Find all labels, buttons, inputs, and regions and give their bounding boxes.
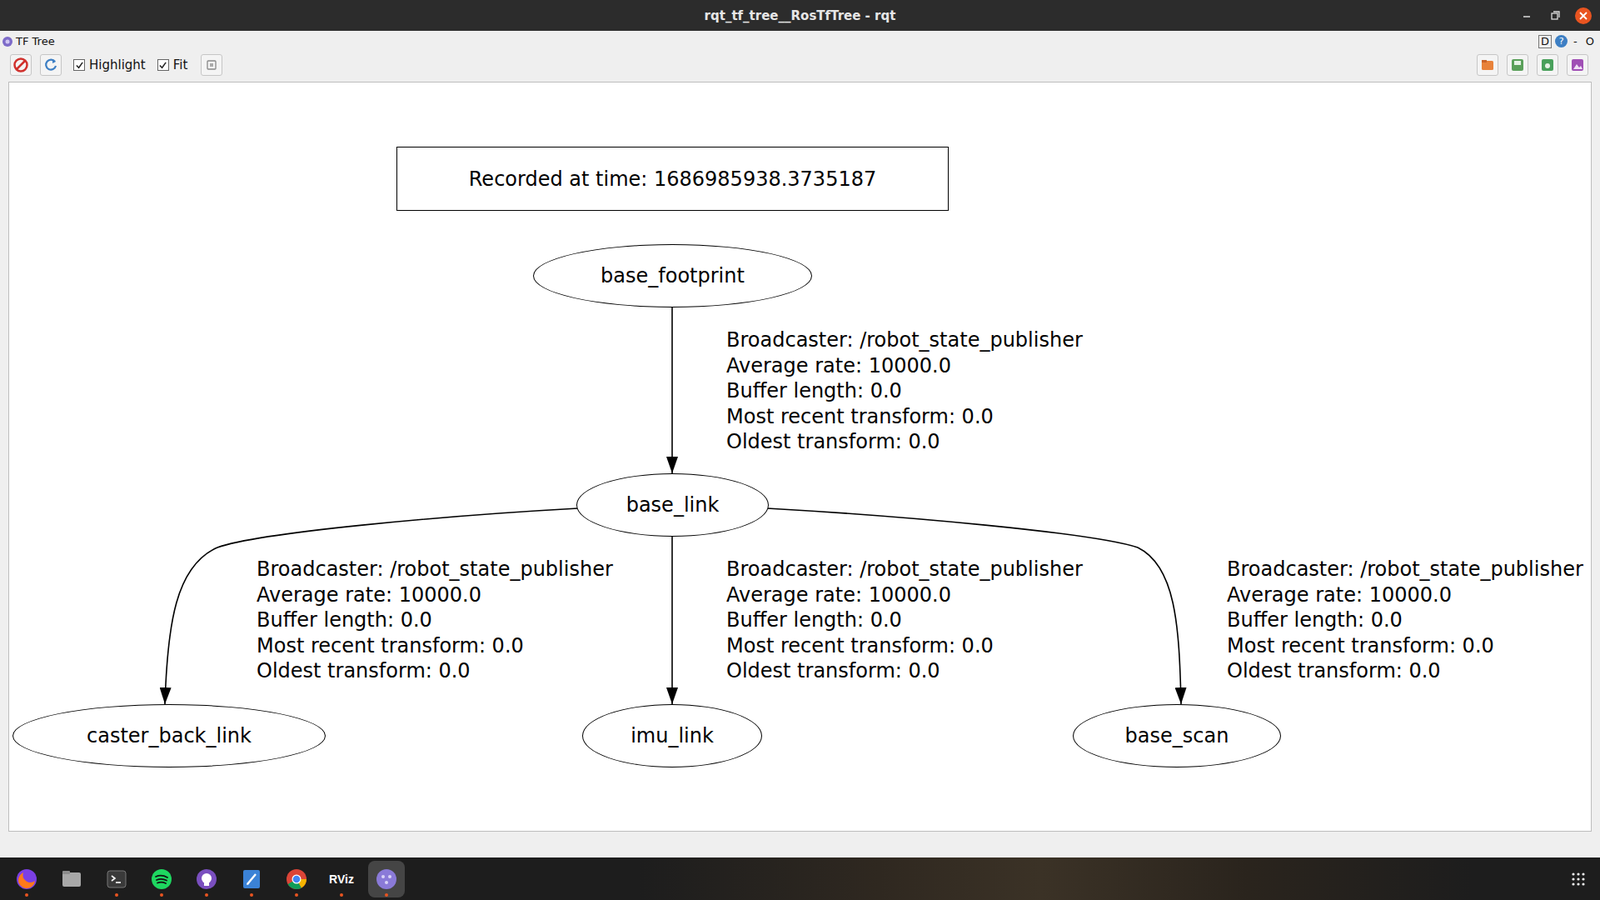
taskbar-app[interactable]	[98, 860, 135, 898]
dock-button[interactable]: D	[1538, 34, 1552, 49]
tf-edge	[671, 536, 673, 704]
rqt-logo-icon	[1, 35, 14, 48]
refresh-icon	[42, 56, 60, 74]
taskbar-app[interactable]	[188, 860, 225, 898]
text-editor-icon	[239, 867, 264, 891]
edge-label: Broadcaster: /robot_state_publisherAvera…	[726, 327, 1083, 455]
window-title: rqt_tf_tree__RosTfTree - rqt	[704, 8, 897, 24]
files-icon	[59, 867, 84, 891]
checkbox-box[interactable]	[73, 59, 85, 71]
plugin-header: TF Tree D?-O	[0, 30, 1600, 52]
running-indicator	[114, 892, 119, 897]
running-indicator	[384, 892, 389, 897]
load-dot-button[interactable]	[1476, 54, 1499, 76]
taskbar-app[interactable]	[233, 860, 270, 898]
checkbox-box[interactable]	[157, 59, 170, 71]
running-indicator	[339, 892, 344, 897]
save-svg-button[interactable]	[1536, 54, 1559, 76]
minimize-icon[interactable]	[1516, 5, 1537, 26]
restore-icon[interactable]	[1545, 5, 1566, 26]
plugin-control[interactable]: O	[1583, 34, 1597, 48]
running-indicator	[294, 892, 299, 897]
save-image-button[interactable]	[1566, 54, 1589, 76]
check-icon	[74, 60, 85, 70]
save-dot-button[interactable]	[1506, 54, 1529, 76]
github-desktop-icon	[194, 867, 219, 891]
show-apps-icon[interactable]	[1570, 870, 1587, 888]
stop-icon	[12, 56, 30, 74]
rviz-icon: RViz	[328, 872, 354, 886]
firefox-icon	[14, 867, 39, 891]
taskbar-app[interactable]: RViz	[323, 860, 360, 898]
window-bottom	[0, 831, 1600, 858]
taskbar-app[interactable]	[278, 860, 315, 898]
fit-icon	[203, 56, 220, 74]
tf-frame-node[interactable]: base_link	[576, 473, 769, 537]
title-bar: rqt_tf_tree__RosTfTree - rqt	[0, 0, 1600, 31]
clear-button[interactable]	[9, 54, 32, 76]
plugin-control[interactable]: -	[1570, 34, 1581, 48]
rqt-icon	[374, 867, 399, 891]
taskbar-app[interactable]	[53, 860, 90, 898]
folder-icon	[1479, 56, 1496, 74]
taskbar-app[interactable]	[8, 860, 45, 898]
plugin-title: TF Tree	[15, 34, 55, 48]
tf-frame-node[interactable]: base_footprint	[533, 244, 813, 308]
taskbar-app[interactable]	[143, 860, 180, 898]
recorded-time-box: Recorded at time: 1686985938.3735187	[396, 146, 949, 211]
rqt-window: rqt_tf_tree__RosTfTree - rqtTF TreeD?-OH…	[0, 0, 1600, 900]
taskbar-app[interactable]	[368, 860, 405, 898]
tf-frame-node[interactable]: imu_link	[582, 703, 763, 768]
toolbar-checkbox[interactable]: Fit	[157, 57, 189, 73]
chrome-icon	[284, 867, 309, 891]
save-dot-icon	[1509, 56, 1526, 74]
tf-graph-canvas[interactable]: Recorded at time: 1686985938.3735187 base…	[8, 81, 1592, 832]
close-icon[interactable]	[1573, 5, 1594, 26]
toolbar-checkbox[interactable]: Highlight	[73, 57, 146, 73]
running-indicator	[159, 892, 164, 897]
tf-frame-node[interactable]: base_scan	[1072, 703, 1281, 768]
toolbar: Highlight Fit	[0, 51, 1600, 79]
edge-label: Broadcaster: /robot_state_publisherAvera…	[256, 556, 614, 684]
window-controls	[895, 5, 1600, 26]
help-button[interactable]: ?	[1555, 34, 1568, 48]
tf-frame-node[interactable]: caster_back_link	[12, 703, 326, 768]
taskbar: RViz	[0, 857, 1600, 900]
running-indicator	[249, 892, 254, 897]
edge-label: Broadcaster: /robot_state_publisherAvera…	[1226, 556, 1584, 684]
check-icon	[158, 60, 168, 70]
save-image-icon	[1569, 56, 1586, 74]
running-indicator	[24, 892, 29, 897]
refresh-button[interactable]	[39, 54, 62, 76]
running-indicator	[204, 892, 209, 897]
tf-edge	[671, 307, 673, 474]
canvas-area: Recorded at time: 1686985938.3735187 base…	[0, 78, 1600, 832]
edge-label: Broadcaster: /robot_state_publisherAvera…	[726, 556, 1083, 684]
save-svg-icon	[1539, 56, 1556, 74]
fit-view-button[interactable]	[200, 54, 223, 76]
terminal-icon	[104, 867, 129, 891]
spotify-icon	[149, 867, 174, 891]
